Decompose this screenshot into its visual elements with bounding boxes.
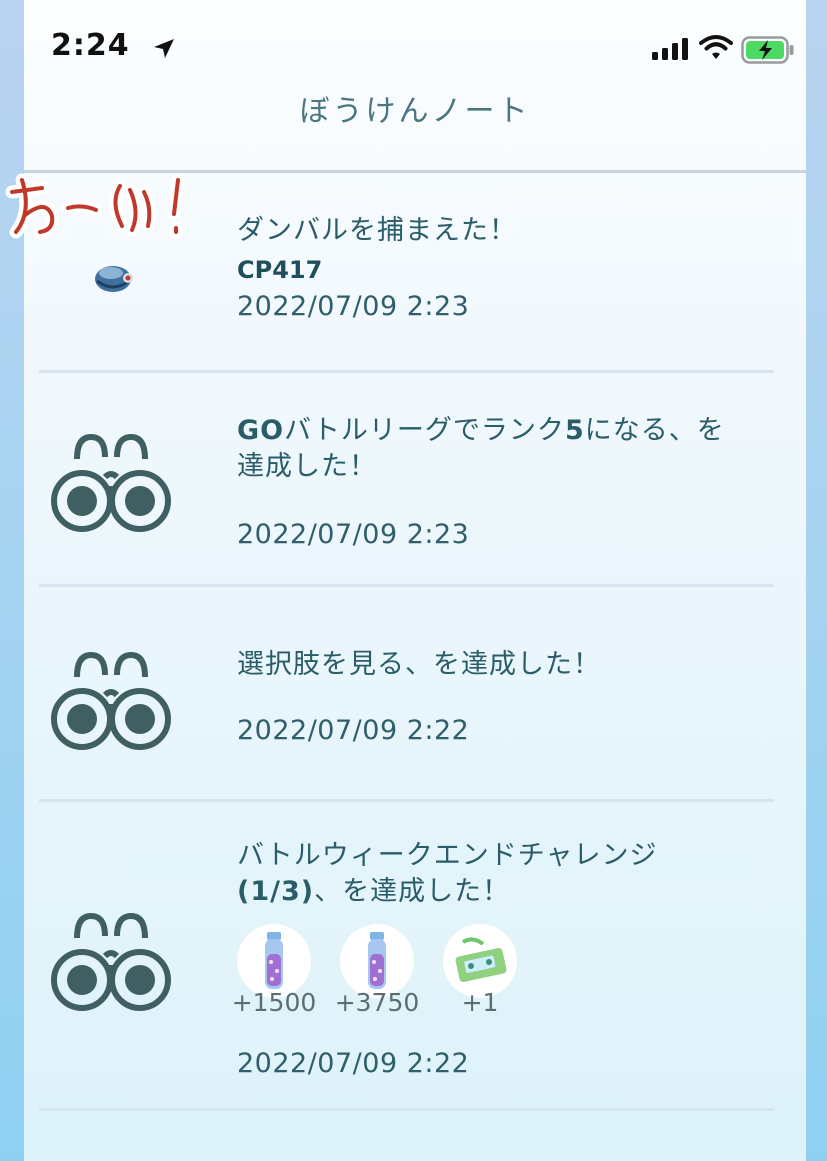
journal-entry-achievement[interactable]: GOバトルリーグでランク5になる、を達成した！ 2022/07/09 2:23 bbox=[39, 373, 774, 587]
entry-message-bold: (1/3) bbox=[237, 876, 315, 907]
binoculars-icon bbox=[51, 912, 171, 1011]
reward-stardust-2 bbox=[340, 924, 414, 998]
status-bar: 2:24 bbox=[24, 0, 806, 80]
entry-date: 2022/07/09 2:23 bbox=[237, 291, 470, 322]
entry-message: GOバトルリーグでランク5になる、を達成した！ bbox=[237, 413, 767, 485]
entry-message: 選択肢を見る、を達成した！ bbox=[237, 649, 601, 680]
entry-message-part: 、を達成した！ bbox=[314, 876, 511, 907]
journal-header: ぼうけんノート bbox=[24, 80, 806, 173]
location-arrow-icon bbox=[154, 39, 174, 58]
binoculars-icon bbox=[51, 651, 171, 750]
reward-pass bbox=[443, 924, 517, 998]
entry-message-part: になる、を bbox=[584, 415, 725, 446]
entry-message-line: 達成した！ bbox=[237, 451, 377, 482]
reward-value: +1 bbox=[461, 988, 499, 1017]
reward-value: +3750 bbox=[334, 988, 420, 1017]
entry-date: 2022/07/09 2:23 bbox=[237, 519, 470, 550]
reward-stardust-1 bbox=[237, 924, 311, 998]
entry-date: 2022/07/09 2:22 bbox=[237, 715, 470, 746]
journal-entry-achievement[interactable]: 選択肢を見る、を達成した！ 2022/07/09 2:22 bbox=[39, 587, 774, 802]
entry-message-bold: GO bbox=[237, 415, 285, 446]
binoculars-icon bbox=[51, 433, 171, 532]
entry-message: バトルウィークエンドチャレンジ (1/3)、を達成した！ bbox=[237, 838, 757, 910]
premium-battle-pass-icon bbox=[455, 937, 507, 982]
reward-value: +1500 bbox=[231, 988, 317, 1017]
journal-entry-achievement[interactable]: バトルウィークエンドチャレンジ (1/3)、を達成した！ +1500 +3750… bbox=[39, 802, 774, 1111]
page-title: ぼうけんノート bbox=[299, 94, 531, 129]
stardust-vial-icon bbox=[265, 932, 283, 989]
entry-cp: CP417 bbox=[237, 256, 323, 284]
handwritten-sticker bbox=[5, 173, 185, 239]
wifi-icon bbox=[699, 35, 733, 59]
beldum-icon bbox=[95, 266, 133, 292]
stardust-vial-icon bbox=[368, 932, 386, 989]
entry-message-part: バトルリーグでランク bbox=[284, 415, 565, 446]
app-screen: 2:24 ぼうけんノート ダンバルを捕まえた！ CP417 2022/07/09… bbox=[5, 0, 806, 1161]
status-time: 2:24 bbox=[51, 28, 130, 63]
entry-message: ダンバルを捕まえた！ bbox=[237, 215, 517, 246]
entry-message-bold: 5 bbox=[564, 415, 585, 446]
entry-date: 2022/07/09 2:22 bbox=[237, 1048, 470, 1079]
entry-message-line: バトルウィークエンドチャレンジ bbox=[237, 840, 658, 871]
cellular-signal-icon bbox=[652, 38, 688, 60]
battery-charging-icon bbox=[741, 36, 794, 64]
